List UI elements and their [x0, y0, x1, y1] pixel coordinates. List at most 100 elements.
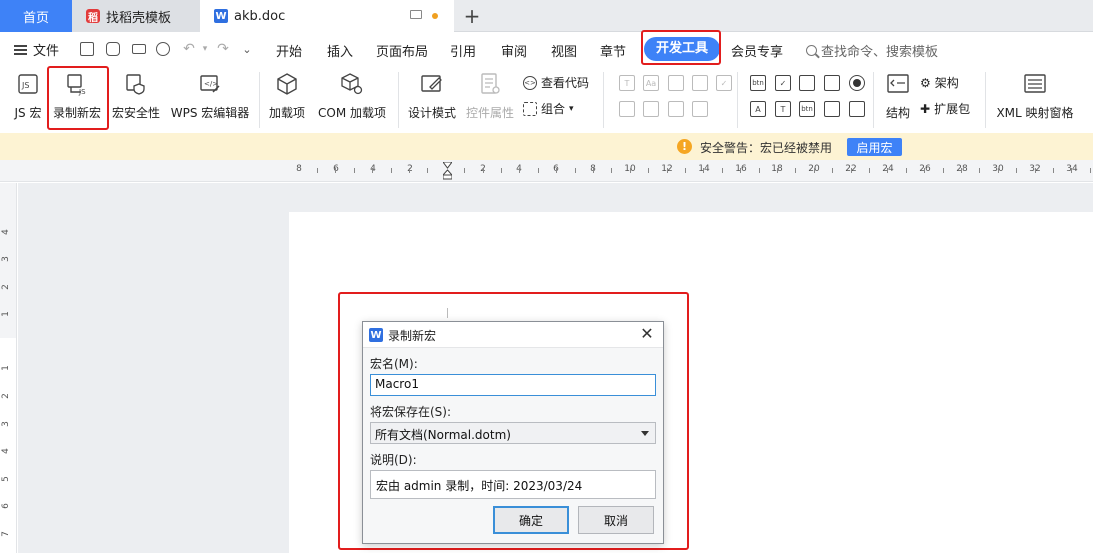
- print-icon[interactable]: [130, 40, 148, 58]
- radio-control-icon[interactable]: [849, 75, 865, 91]
- cancel-button[interactable]: 取消: [578, 506, 654, 534]
- check-control-icon[interactable]: ✓: [775, 75, 791, 91]
- ok-button[interactable]: 确定: [493, 506, 569, 534]
- file-menu[interactable]: 文件: [14, 40, 59, 59]
- repeat-control-icon[interactable]: [692, 101, 708, 117]
- record-macro-button[interactable]: JS 录制新宏: [52, 66, 102, 121]
- tab-document[interactable]: W akb.doc: [200, 0, 454, 32]
- com-addins-label: COM 加载项: [318, 106, 386, 120]
- list-control-icon[interactable]: [643, 101, 659, 117]
- enable-macros-button[interactable]: 启用宏: [847, 138, 902, 156]
- svg-text:</>: </>: [204, 80, 218, 88]
- horizontal-ruler[interactable]: 8642246810121416182022242628303234: [0, 160, 1093, 182]
- ruler-tick-mark: [1053, 168, 1054, 173]
- xml-mapping-icon: [1022, 71, 1048, 97]
- vertical-ruler-tick-label: 3: [0, 421, 11, 427]
- close-icon[interactable]: ✕: [639, 326, 655, 342]
- tab-view[interactable]: 视图: [551, 41, 577, 60]
- tab-review[interactable]: 审阅: [501, 41, 527, 60]
- wps-macro-editor-button[interactable]: </> WPS 宏编辑器: [170, 66, 250, 121]
- ruler-tick-mark: [961, 168, 962, 173]
- schema-label: 架构: [934, 76, 959, 90]
- ruler-tick-mark: [851, 168, 852, 173]
- design-mode-button[interactable]: 设计模式: [407, 66, 457, 121]
- spin-control-icon[interactable]: [849, 101, 865, 117]
- tab-page-layout[interactable]: 页面布局: [376, 41, 428, 60]
- scrollbar-control-icon[interactable]: [824, 101, 840, 117]
- wps-writer-window: { "tabs": { "home": "首页", "template": "找…: [0, 0, 1093, 553]
- picture-control-icon[interactable]: [668, 75, 684, 91]
- ribbon-separator: [603, 72, 604, 128]
- tab-references[interactable]: 引用: [450, 41, 476, 60]
- vertical-ruler-tick-label: 1: [0, 365, 11, 371]
- checkbox-control-icon[interactable]: ✓: [716, 75, 732, 91]
- ruler-tick-mark: [1090, 168, 1091, 173]
- rich-text-control-icon[interactable]: Aa: [643, 75, 659, 91]
- tab-chapter[interactable]: 章节: [600, 41, 626, 60]
- group-button[interactable]: 组合 ▾: [523, 100, 574, 117]
- combo-box-control-icon[interactable]: [799, 75, 815, 91]
- tab-home[interactable]: 首页: [0, 0, 72, 32]
- structure-button[interactable]: 结构: [883, 66, 913, 121]
- text-control-icon[interactable]: T: [619, 75, 635, 91]
- ruler-tick-label: 34: [1066, 164, 1078, 174]
- macro-name-label: 宏名(M):: [370, 357, 418, 371]
- xml-mapping-pane-button[interactable]: XML 映射窗格: [995, 66, 1075, 121]
- tab-template[interactable]: 稻 找稻壳模板: [72, 0, 200, 32]
- expansion-pack-button[interactable]: ✚ 扩展包: [920, 100, 970, 117]
- tab-member[interactable]: 会员专享: [731, 41, 783, 60]
- label-control-icon[interactable]: A: [750, 101, 766, 117]
- command-search[interactable]: 查找命令、搜索模板: [806, 41, 938, 60]
- monitor-icon[interactable]: [410, 10, 422, 19]
- macro-security-button[interactable]: 宏安全性: [111, 66, 161, 121]
- tab-start[interactable]: 开始: [276, 41, 302, 60]
- frame-control-icon[interactable]: [824, 75, 840, 91]
- view-code-button[interactable]: <> 查看代码: [523, 74, 589, 91]
- writer-logo-icon: W: [369, 328, 383, 342]
- ruler-tick-mark: [556, 168, 557, 173]
- macro-name-input[interactable]: Macro1: [370, 374, 656, 396]
- redo-icon[interactable]: ↷: [214, 40, 232, 58]
- tab-document-label: akb.doc: [234, 8, 286, 24]
- schema-button[interactable]: ⚙ 架构: [920, 74, 959, 91]
- tab-home-label: 首页: [22, 10, 49, 26]
- undo-dropdown-icon[interactable]: ▾: [196, 40, 214, 58]
- new-tab-plus-icon[interactable]: +: [460, 4, 484, 28]
- js-macro-button[interactable]: JS JS 宏: [12, 66, 44, 121]
- store-macro-select[interactable]: 所有文档(Normal.dotm): [370, 422, 656, 444]
- structure-label: 结构: [885, 106, 910, 120]
- vertical-ruler-tick-label: 4: [0, 229, 11, 235]
- design-mode-label: 设计模式: [407, 106, 456, 120]
- dialog-titlebar[interactable]: W 录制新宏 ✕: [363, 322, 663, 348]
- ruler-tick-mark: [372, 168, 373, 173]
- print-preview-icon[interactable]: [154, 40, 172, 58]
- tab-insert[interactable]: 插入: [327, 41, 353, 60]
- textbox-control-icon[interactable]: T: [775, 101, 791, 117]
- ruler-tick-mark: [464, 168, 465, 173]
- control-properties-button[interactable]: 控件属性: [465, 66, 515, 121]
- structure-icon: [885, 71, 911, 97]
- margin-corner-mark: [447, 308, 457, 318]
- description-field[interactable]: 宏由 admin 录制，时间: 2023/03/24: [370, 470, 656, 499]
- vertical-ruler[interactable]: 4 3 2 1 1 2 3 4 5 6 7: [0, 183, 17, 553]
- wps-macro-editor-label: WPS 宏编辑器: [170, 106, 250, 120]
- dialog-title: 录制新宏: [388, 329, 437, 343]
- com-addins-button[interactable]: COM 加载项: [316, 66, 388, 121]
- ruler-tick-mark: [943, 168, 944, 173]
- combo-control-icon[interactable]: [619, 101, 635, 117]
- description-label: 说明(D):: [370, 453, 417, 467]
- ruler-tick-mark: [483, 168, 484, 173]
- button-control-icon[interactable]: btn: [750, 75, 766, 91]
- vertical-ruler-tick-label: 1: [0, 311, 11, 317]
- date-control-icon[interactable]: [668, 101, 684, 117]
- save-icon[interactable]: [78, 40, 96, 58]
- toggle-control-icon[interactable]: btn: [799, 101, 815, 117]
- indent-marker-icon[interactable]: [443, 162, 452, 180]
- building-block-control-icon[interactable]: [692, 75, 708, 91]
- export-icon[interactable]: [104, 40, 122, 58]
- security-warning-bar: ! 安全警告：宏已经被禁用 启用宏: [0, 133, 1093, 160]
- tab-developer-tools[interactable]: 开发工具: [644, 37, 721, 61]
- addins-button[interactable]: 加载项: [268, 66, 306, 121]
- warning-icon: !: [677, 139, 692, 154]
- quick-access-more-icon[interactable]: ⌄: [238, 40, 256, 58]
